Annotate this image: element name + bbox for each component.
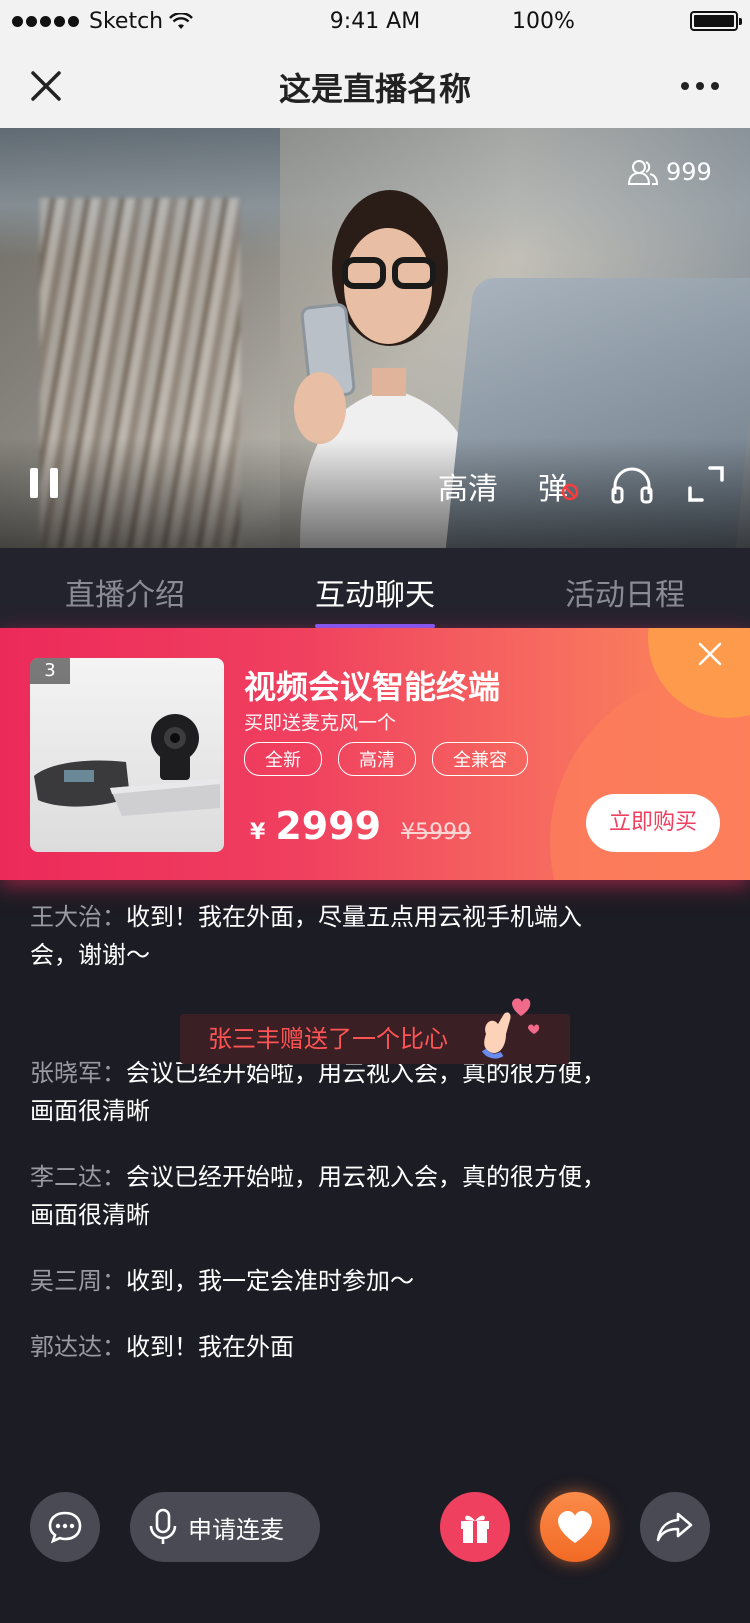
viewer-count: 999	[628, 158, 712, 186]
product-index-badge: 3	[30, 658, 70, 684]
tab-schedule[interactable]: 活动日程	[500, 548, 750, 628]
chat-message: 王大治：收到！我在外面，尽量五点用云视手机端入会，谢谢～	[30, 898, 620, 974]
chat-message: 郭达达：收到！我在外面	[30, 1328, 620, 1366]
product-image[interactable]: 3	[30, 658, 224, 852]
price-value: 2999	[275, 804, 382, 848]
chat-list: 王大治：收到！我在外面，尽量五点用云视手机端入会，谢谢～ 张晓军：会议已经开始啦…	[30, 898, 620, 1394]
page-title: 这是直播名称	[278, 70, 471, 108]
share-button[interactable]	[640, 1492, 710, 1562]
share-arrow-icon	[656, 1512, 693, 1542]
product-card[interactable]: 3 视频会议智能终端 买即送麦克风一个 全新 高清 全兼容 ¥ 2999 ¥59…	[0, 628, 750, 880]
nav-bar: 这是直播名称	[0, 44, 750, 128]
close-icon[interactable]	[694, 638, 726, 670]
product-tag: 全新	[244, 742, 322, 776]
chat-username: 李二达：	[30, 1163, 126, 1191]
heart-icon	[558, 1511, 592, 1543]
fullscreen-icon[interactable]	[686, 464, 726, 504]
chat-username: 张晓军：	[30, 1059, 126, 1087]
tab-bar: 直播介绍 互动聊天 活动日程	[0, 548, 750, 628]
comment-button[interactable]	[30, 1492, 100, 1562]
chat-username: 郭达达：	[30, 1333, 126, 1361]
finger-heart-icon	[481, 998, 540, 1059]
conference-device-image	[34, 714, 220, 816]
bottom-toolbar: 申请连麦	[0, 1492, 750, 1564]
original-price: ¥5999	[401, 820, 472, 845]
battery-icon	[690, 11, 742, 31]
danmu-off-icon	[561, 483, 579, 501]
product-name: 视频会议智能终端	[244, 668, 501, 706]
tab-intro[interactable]: 直播介绍	[0, 548, 250, 628]
product-price: ¥ 2999 ¥5999	[250, 804, 471, 848]
chat-text: 收到！我在外面	[126, 1333, 294, 1361]
chat-text: 收到，我一定会准时参加～	[126, 1267, 414, 1295]
microphone-icon	[149, 1508, 177, 1544]
product-tags: 全新 高清 全兼容	[244, 742, 528, 776]
tab-chat[interactable]: 互动聊天	[250, 548, 500, 628]
pause-button[interactable]	[26, 464, 62, 504]
chat-message: 张晓军：会议已经开始啦，用云视入会，真的很方便，画面很清晰	[30, 1054, 620, 1130]
gift-icon	[461, 1515, 489, 1543]
request-mic-button[interactable]: 申请连麦	[130, 1492, 320, 1562]
product-tag: 高清	[338, 742, 416, 776]
gift-button[interactable]	[440, 1492, 510, 1562]
gift-notice-text: 张三丰赠送了一个比心	[208, 1025, 448, 1053]
chat-bubble-icon	[48, 1511, 82, 1544]
request-mic-label: 申请连麦	[188, 1515, 284, 1544]
currency-symbol: ¥	[250, 820, 266, 845]
viewer-count-value: 999	[666, 158, 712, 186]
status-bar: Sketch 9:41 AM 100%	[0, 0, 750, 44]
product-subtitle: 买即送麦克风一个	[244, 712, 397, 734]
users-icon	[628, 160, 658, 185]
quality-button[interactable]: 高清	[438, 464, 498, 508]
clock: 9:41 AM	[329, 9, 421, 34]
product-tag: 全兼容	[432, 742, 528, 776]
like-button[interactable]	[540, 1492, 610, 1562]
buy-now-button[interactable]: 立即购买	[586, 794, 720, 852]
danmu-toggle-button[interactable]: 弹	[538, 464, 582, 507]
chat-username: 王大治：	[30, 903, 126, 931]
chat-message: 吴三周：收到，我一定会准时参加～	[30, 1262, 620, 1300]
battery-percent: 100%	[512, 9, 575, 34]
gift-notice: 张三丰赠送了一个比心	[180, 998, 570, 1064]
video-player[interactable]: 999 高清 弹	[0, 128, 750, 548]
chat-message: 李二达：会议已经开始啦，用云视入会，真的很方便，画面很清晰	[30, 1158, 620, 1234]
headphones-icon[interactable]	[610, 464, 654, 504]
chat-username: 吴三周：	[30, 1267, 126, 1295]
more-icon[interactable]	[670, 64, 730, 108]
